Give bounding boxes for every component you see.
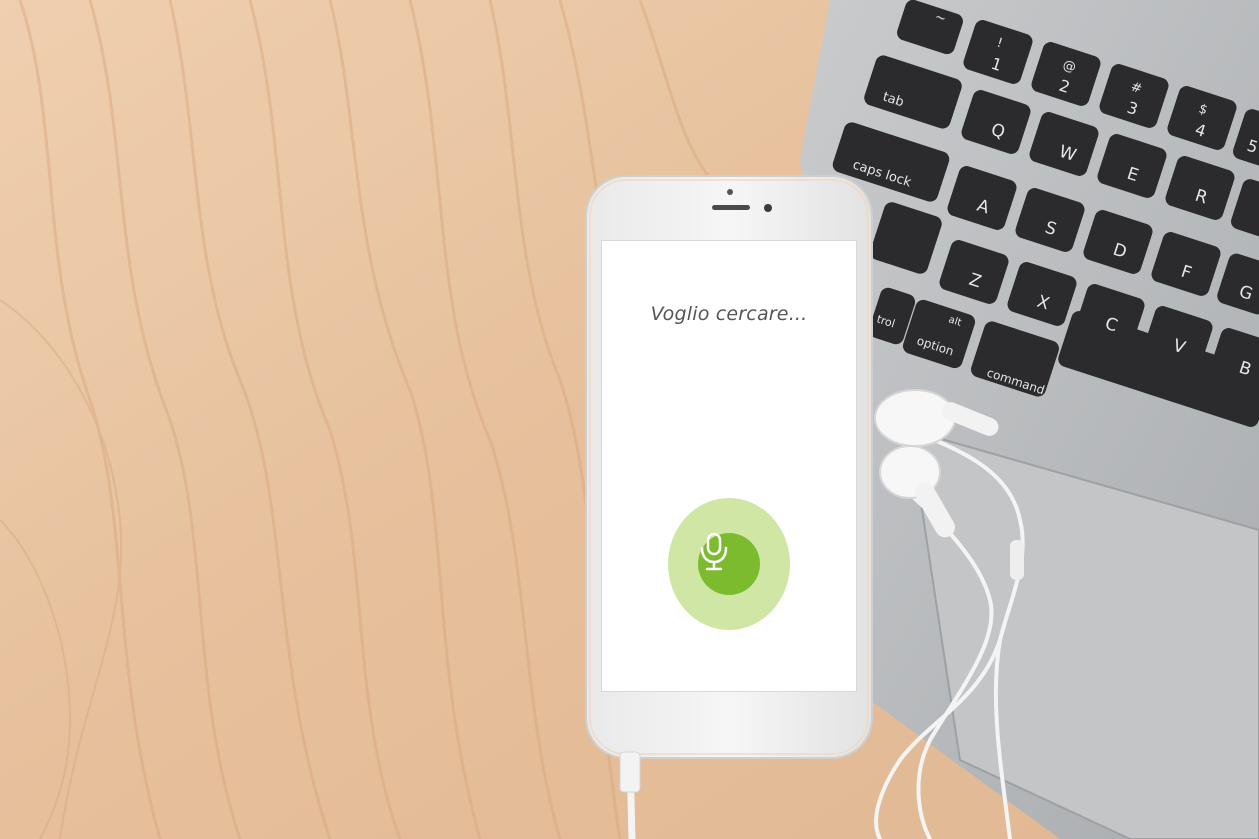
phone-screen: Voglio cercare... <box>601 240 857 692</box>
photo-scene: ~ ! @ # $ 1 2 3 4 5 tab Q W E R caps loc… <box>0 0 1259 839</box>
phone-earpiece <box>712 205 750 210</box>
microphone-icon <box>700 533 728 571</box>
voice-search-button[interactable] <box>668 498 790 630</box>
microphone-button-inner[interactable] <box>698 533 760 595</box>
voice-search-prompt: Voglio cercare... <box>650 303 808 325</box>
lightning-connector <box>619 751 641 793</box>
phone-camera <box>764 204 772 212</box>
phone-front-sensor <box>727 189 733 195</box>
